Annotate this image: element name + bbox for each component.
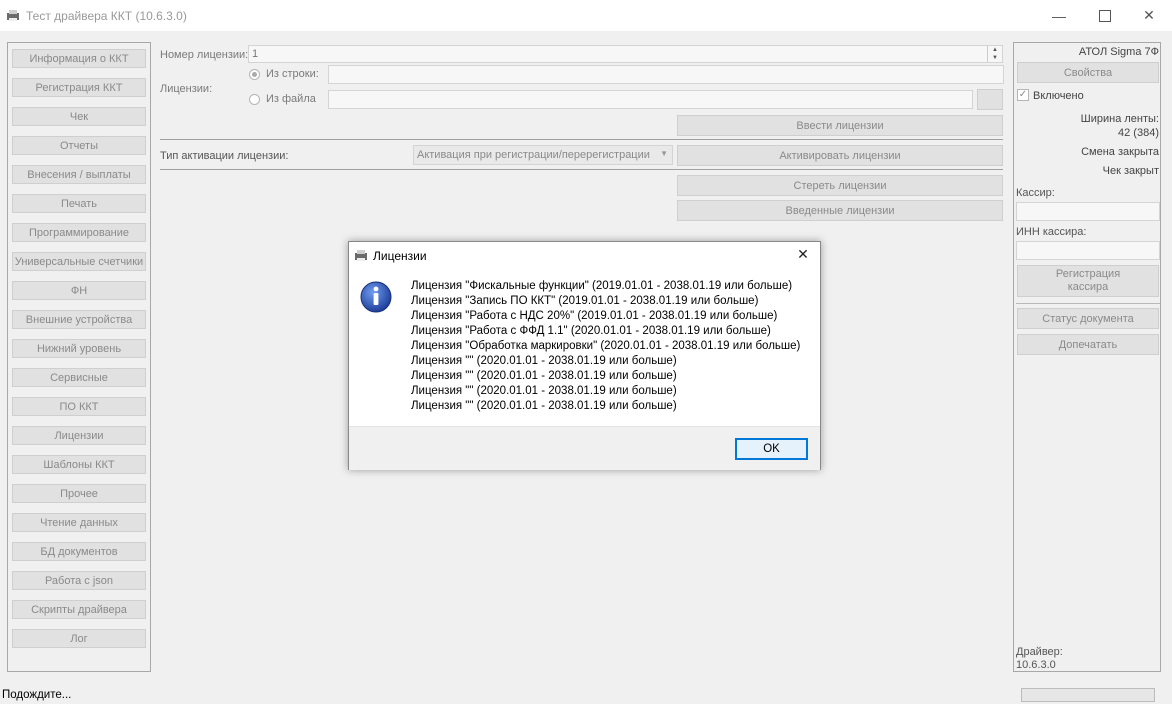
register-cashier-label-1: Регистрация <box>1055 268 1121 280</box>
maximize-icon <box>1099 9 1111 22</box>
from-file-label: Из файла <box>266 93 316 105</box>
register-cashier-label-2: кассира <box>1067 281 1109 293</box>
activation-type-select[interactable]: Активация при регистрации/перерегистраци… <box>413 145 673 165</box>
enabled-checkbox[interactable]: ✓ <box>1017 89 1029 101</box>
dialog-title-bar[interactable]: Лицензии ✕ <box>349 242 820 269</box>
nav-button[interactable]: Внешние устройства <box>12 310 146 329</box>
license-number-spinner[interactable]: 1 ▲ ▼ <box>248 45 1003 63</box>
nav-button[interactable]: Скрипты драйвера <box>12 600 146 619</box>
printer-app-icon <box>7 10 19 21</box>
tape-width-value: 42 (384) <box>1118 127 1159 139</box>
nav-button[interactable]: ПО ККТ <box>12 397 146 416</box>
license-line: Лицензия "Обработка маркировки" (2020.01… <box>411 340 801 352</box>
license-line: Лицензия "" (2020.01.01 - 2038.01.19 или… <box>411 400 677 412</box>
entered-licenses-button[interactable]: Введенные лицензии <box>677 200 1003 221</box>
nav-button[interactable]: Программирование <box>12 223 146 242</box>
nav-button[interactable]: Прочее <box>12 484 146 503</box>
enabled-label: Включено <box>1033 90 1084 102</box>
nav-button[interactable]: Чтение данных <box>12 513 146 532</box>
nav-button[interactable]: Отчеты <box>12 136 146 155</box>
minimize-button[interactable]: — <box>1036 0 1082 31</box>
erase-licenses-button[interactable]: Стереть лицензии <box>677 175 1003 196</box>
nav-button[interactable]: Регистрация ККТ <box>12 78 146 97</box>
nav-button[interactable]: Универсальные счетчики <box>12 252 146 271</box>
nav-button[interactable]: БД документов <box>12 542 146 561</box>
printer-app-icon <box>355 250 367 261</box>
progress-bar <box>1021 688 1155 702</box>
tape-width-label: Ширина ленты: <box>1080 113 1159 125</box>
shift-status: Смена закрыта <box>1081 146 1159 158</box>
license-line: Лицензия "" (2020.01.01 - 2038.01.19 или… <box>411 385 677 397</box>
receipt-status: Чек закрыт <box>1102 165 1159 177</box>
window-title: Тест драйвера ККТ (10.6.3.0) <box>26 9 187 23</box>
device-name: АТОЛ Sigma 7Ф <box>1078 46 1159 58</box>
chevron-down-icon: ▼ <box>660 149 668 158</box>
left-nav-panel: Информация о ККТ Регистрация ККТ Чек Отчеты… <box>7 42 151 672</box>
license-line: Лицензия "Запись ПО ККТ" (2019.01.01 - 2… <box>411 295 759 307</box>
license-line: Лицензия "Работа с ФФД 1.1" (2020.01.01 … <box>411 325 771 337</box>
minimize-icon: — <box>1052 7 1066 24</box>
from-string-label: Из строки: <box>266 68 319 80</box>
nav-button[interactable]: Работа с json <box>12 571 146 590</box>
close-button[interactable]: ✕ <box>1126 0 1172 31</box>
nav-button[interactable]: Лицензии <box>12 426 146 445</box>
license-number-label: Номер лицензии: <box>160 49 249 61</box>
document-status-button[interactable]: Статус документа <box>1017 308 1159 329</box>
ok-button[interactable]: OK <box>735 438 808 460</box>
license-line: Лицензия "" (2020.01.01 - 2038.01.19 или… <box>411 370 677 382</box>
dialog-close-button[interactable]: ✕ <box>789 246 817 266</box>
reprint-button[interactable]: Допечатать <box>1017 334 1159 355</box>
cashier-input[interactable] <box>1016 202 1160 221</box>
nav-button[interactable]: Шаблоны ККТ <box>12 455 146 474</box>
cashier-inn-input[interactable] <box>1016 241 1160 260</box>
license-string-input[interactable] <box>328 65 1004 84</box>
spinner-arrows-icon[interactable]: ▲ ▼ <box>987 46 1002 62</box>
browse-file-button[interactable] <box>977 89 1003 110</box>
title-bar[interactable]: Тест драйвера ККТ (10.6.3.0) — ✕ <box>0 0 1172 31</box>
separator-line-2 <box>160 169 1003 170</box>
activation-type-value: Активация при регистрации/перерегистраци… <box>417 149 650 161</box>
nav-button[interactable]: ФН <box>12 281 146 300</box>
enter-licenses-button[interactable]: Ввести лицензии <box>677 115 1003 136</box>
licenses-dialog: Лицензии ✕ Лицензия "Фискальные функции"… <box>348 241 821 470</box>
license-number-value: 1 <box>252 48 259 60</box>
maximize-button[interactable] <box>1082 0 1128 31</box>
activate-licenses-button[interactable]: Активировать лицензии <box>677 145 1003 166</box>
status-text: Подождите... <box>2 689 72 701</box>
from-string-radio[interactable] <box>249 69 260 80</box>
dialog-footer: OK <box>349 426 820 470</box>
nav-button[interactable]: Лог <box>12 629 146 648</box>
right-separator <box>1016 303 1160 304</box>
license-line: Лицензия "Фискальные функции" (2019.01.0… <box>411 280 793 292</box>
nav-button[interactable]: Внесения / выплаты <box>12 165 146 184</box>
nav-button[interactable]: Сервисные <box>12 368 146 387</box>
info-icon <box>360 281 392 313</box>
from-file-radio[interactable] <box>249 94 260 105</box>
nav-button[interactable]: Печать <box>12 194 146 213</box>
nav-button[interactable]: Чек <box>12 107 146 126</box>
cashier-label: Кассир: <box>1016 187 1055 199</box>
nav-button[interactable]: Информация о ККТ <box>12 49 146 68</box>
licenses-label: Лицензии: <box>160 83 213 95</box>
close-icon: ✕ <box>1143 7 1155 23</box>
license-line: Лицензия "" (2020.01.01 - 2038.01.19 или… <box>411 355 677 367</box>
separator-line <box>160 139 1003 140</box>
cashier-inn-label: ИНН кассира: <box>1016 226 1087 238</box>
activation-type-label: Тип активации лицензии: <box>160 150 289 162</box>
nav-button[interactable]: Нижний уровень <box>12 339 146 358</box>
license-line: Лицензия "Работа с НДС 20%" (2019.01.01 … <box>411 310 778 322</box>
license-file-input[interactable] <box>328 90 973 109</box>
driver-version: 10.6.3.0 <box>1016 659 1056 671</box>
properties-button[interactable]: Свойства <box>1017 62 1159 83</box>
dialog-title: Лицензии <box>373 249 427 263</box>
register-cashier-button[interactable]: Регистрация кассира <box>1017 265 1159 297</box>
driver-label: Драйвер: <box>1016 646 1063 658</box>
